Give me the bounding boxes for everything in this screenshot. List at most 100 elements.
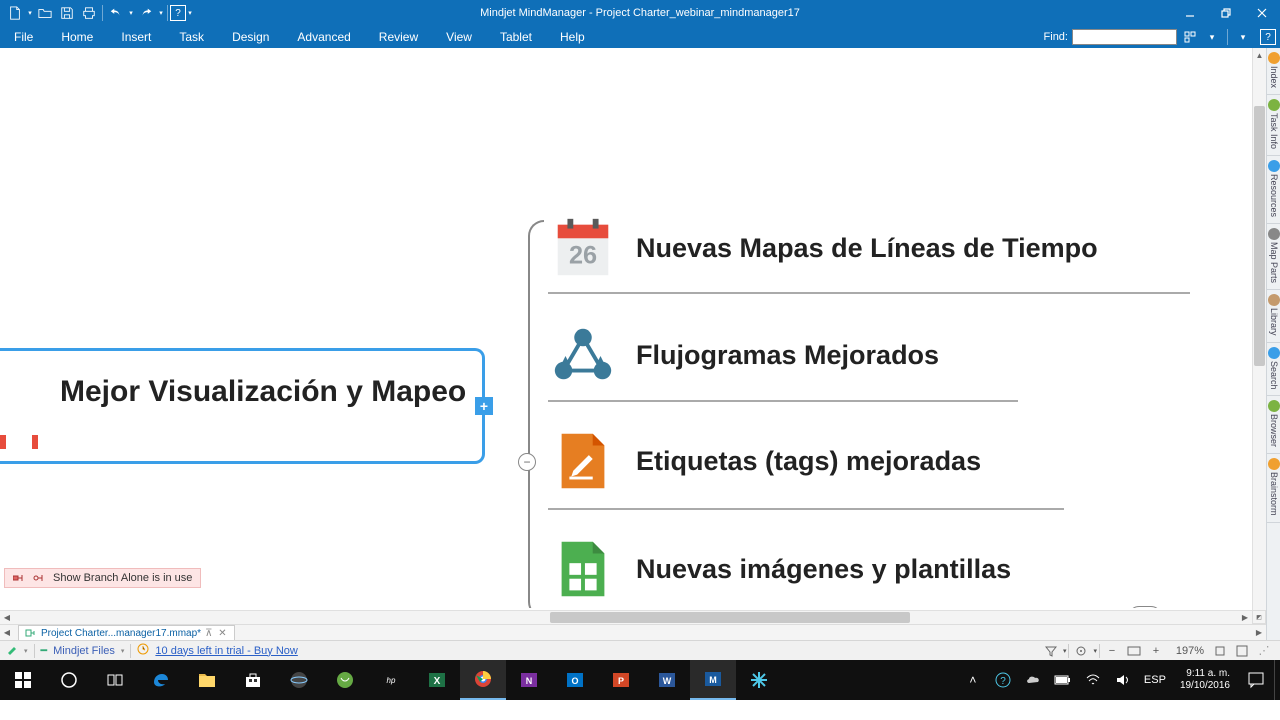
menu-view[interactable]: View: [432, 26, 486, 48]
document-tab[interactable]: Project Charter...manager17.mmap* ⊼ ✕: [18, 625, 235, 640]
scroll-up-arrow[interactable]: ▲: [1253, 48, 1266, 62]
new-icon[interactable]: [4, 2, 26, 24]
file-explorer-icon[interactable]: [184, 660, 230, 700]
zoom-in-button[interactable]: +: [1146, 643, 1166, 659]
redo-dropdown[interactable]: ▾: [157, 9, 165, 17]
cortana-search-button[interactable]: [46, 660, 92, 700]
scroll-right-arrow[interactable]: ▶: [1238, 611, 1252, 624]
map-canvas[interactable]: Mejor Visualización y Mapeo + − 26 Nueva…: [0, 48, 1252, 608]
task-view-button[interactable]: [92, 660, 138, 700]
help-tray-icon[interactable]: ?: [988, 660, 1018, 700]
tab-resources[interactable]: Resources: [1267, 156, 1280, 224]
undo-icon[interactable]: [105, 2, 127, 24]
subtopic[interactable]: Nuevas imágenes y plantillas: [548, 534, 1011, 604]
edge-icon[interactable]: [138, 660, 184, 700]
menu-review[interactable]: Review: [365, 26, 432, 48]
show-desktop-button[interactable]: [1274, 660, 1280, 700]
hp-icon[interactable]: hp: [368, 660, 414, 700]
menu-task[interactable]: Task: [165, 26, 218, 48]
app-icon[interactable]: [322, 660, 368, 700]
branch-alone-notice[interactable]: Show Branch Alone is in use: [4, 568, 201, 588]
tab-map-parts[interactable]: Map Parts: [1267, 224, 1280, 290]
tab-close-button[interactable]: ✕: [216, 627, 228, 639]
print-icon[interactable]: [78, 2, 100, 24]
help-qat-icon[interactable]: ?: [170, 5, 186, 21]
subtopic[interactable]: Etiquetas (tags) mejoradas: [548, 426, 981, 496]
chrome-icon[interactable]: [460, 660, 506, 700]
marker-icon: [32, 435, 38, 449]
scroll-left-arrow[interactable]: ◀: [0, 611, 14, 624]
menu-home[interactable]: Home: [47, 26, 107, 48]
collapse-ribbon-button[interactable]: ▾: [1234, 29, 1252, 45]
add-subtopic-button[interactable]: +: [475, 397, 493, 415]
tab-library[interactable]: Library: [1267, 290, 1280, 343]
tray-expand-button[interactable]: ˄: [958, 660, 988, 700]
battery-tray-icon[interactable]: [1048, 660, 1078, 700]
zoom-value[interactable]: 197%: [1168, 645, 1208, 657]
horizontal-scrollbar[interactable]: ◀ ▶: [0, 610, 1252, 624]
minimize-button[interactable]: [1172, 0, 1208, 26]
help-qat-dropdown[interactable]: ▾: [186, 9, 194, 17]
subtopic[interactable]: 26 Nuevas Mapas de Líneas de Tiempo: [548, 213, 1098, 283]
find-options-button[interactable]: [1181, 29, 1199, 45]
fullscreen-icon[interactable]: [1232, 643, 1252, 659]
menu-file[interactable]: File: [0, 26, 47, 48]
word-icon[interactable]: W: [644, 660, 690, 700]
tab-browser[interactable]: Browser: [1267, 396, 1280, 454]
tab-nav-left[interactable]: ◀: [0, 626, 14, 640]
tab-pin-icon[interactable]: ⊼: [205, 628, 212, 639]
menu-tablet[interactable]: Tablet: [486, 26, 546, 48]
collapse-branch-button[interactable]: −: [518, 453, 536, 471]
store-icon[interactable]: [230, 660, 276, 700]
vertical-scrollbar[interactable]: ▲ ▼: [1252, 48, 1266, 624]
tab-brainstorm[interactable]: Brainstorm: [1267, 454, 1280, 523]
tab-task-info[interactable]: Task Info: [1267, 95, 1280, 156]
powerpoint-icon[interactable]: P: [598, 660, 644, 700]
redo-icon[interactable]: [135, 2, 157, 24]
ribbon-help-button[interactable]: ?: [1260, 29, 1276, 45]
start-button[interactable]: [0, 660, 46, 700]
action-center-button[interactable]: [1238, 660, 1274, 700]
close-button[interactable]: [1244, 0, 1280, 26]
central-topic[interactable]: Mejor Visualización y Mapeo +: [0, 348, 485, 464]
save-icon[interactable]: [56, 2, 78, 24]
expand-icon: [33, 573, 47, 583]
onedrive-tray-icon[interactable]: [1018, 660, 1048, 700]
restore-button[interactable]: [1208, 0, 1244, 26]
filter-icon[interactable]: [1041, 643, 1061, 659]
horizontal-scroll-thumb[interactable]: [550, 612, 910, 623]
app-icon[interactable]: [736, 660, 782, 700]
tab-index[interactable]: Index: [1267, 48, 1280, 95]
menu-advanced[interactable]: Advanced: [283, 26, 364, 48]
wifi-tray-icon[interactable]: [1078, 660, 1108, 700]
outlook-icon[interactable]: O: [552, 660, 598, 700]
app-icon[interactable]: [276, 660, 322, 700]
open-icon[interactable]: [34, 2, 56, 24]
pen-icon[interactable]: [6, 643, 18, 658]
view-mode-icon[interactable]: [1124, 643, 1144, 659]
find-input[interactable]: [1072, 29, 1177, 45]
language-indicator[interactable]: ESP: [1138, 660, 1172, 700]
menu-design[interactable]: Design: [218, 26, 283, 48]
mini-view-toggle[interactable]: ◩: [1252, 610, 1266, 624]
tab-search[interactable]: Search: [1267, 343, 1280, 397]
find-dropdown[interactable]: ▾: [1203, 29, 1221, 45]
vertical-scroll-thumb[interactable]: [1254, 106, 1265, 366]
tab-nav-right[interactable]: ▶: [1252, 626, 1266, 640]
menu-insert[interactable]: Insert: [107, 26, 165, 48]
undo-dropdown[interactable]: ▾: [127, 9, 135, 17]
zoom-fit-icon[interactable]: [1210, 643, 1230, 659]
volume-tray-icon[interactable]: [1108, 660, 1138, 700]
topic-count-badge[interactable]: 7: [1128, 606, 1162, 608]
excel-icon[interactable]: X: [414, 660, 460, 700]
menu-help[interactable]: Help: [546, 26, 599, 48]
fit-icon[interactable]: [1071, 643, 1091, 659]
taskbar-clock[interactable]: 9:11 a. m. 19/10/2016: [1172, 668, 1238, 692]
mindjet-files-link[interactable]: Mindjet Files: [53, 645, 115, 657]
mindmanager-taskbar-icon[interactable]: M: [690, 660, 736, 700]
onenote-icon[interactable]: N: [506, 660, 552, 700]
subtopic[interactable]: Flujogramas Mejorados: [548, 320, 939, 390]
new-dropdown[interactable]: ▾: [26, 9, 34, 17]
zoom-out-button[interactable]: −: [1102, 643, 1122, 659]
trial-link[interactable]: 10 days left in trial - Buy Now: [155, 645, 297, 657]
